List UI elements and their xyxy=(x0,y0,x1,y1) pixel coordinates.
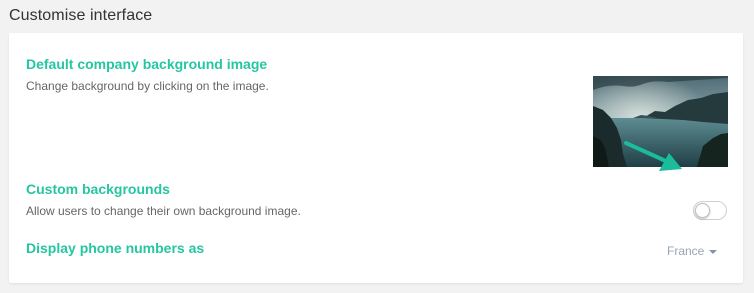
phone-format-title: Display phone numbers as xyxy=(26,240,205,256)
arrow-pointing-to-toggle-icon xyxy=(624,141,682,171)
caret-down-icon xyxy=(709,250,718,254)
section-title: Customise interface xyxy=(9,7,153,24)
toggle-knob xyxy=(695,203,710,218)
background-image-description: Change background by clicking on the ima… xyxy=(26,79,269,93)
custom-backgrounds-title: Custom backgrounds xyxy=(26,181,170,197)
custom-backgrounds-description: Allow users to change their own backgrou… xyxy=(26,204,301,218)
custom-backgrounds-toggle[interactable] xyxy=(693,201,727,220)
phone-format-select[interactable]: France xyxy=(667,244,718,258)
background-image-title: Default company background image xyxy=(26,56,268,72)
phone-format-selected-value: France xyxy=(667,244,705,258)
